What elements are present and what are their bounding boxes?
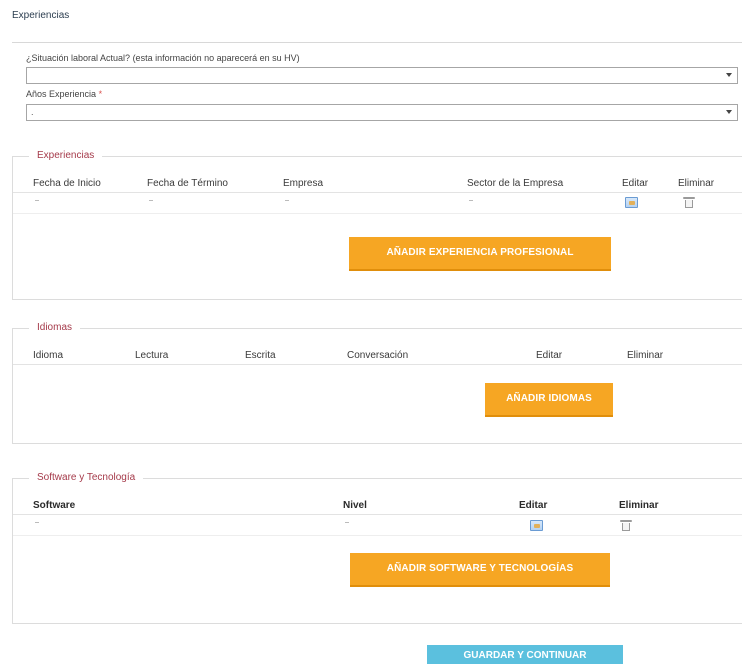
col-fecha-inicio: Fecha de Inicio: [33, 178, 101, 189]
col-fecha-termino: Fecha de Término: [147, 178, 228, 189]
col-lectura: Lectura: [135, 350, 169, 361]
col-editar: Editar: [622, 178, 649, 189]
chevron-down-icon: [726, 110, 732, 114]
experiencias-table-header: Fecha de Inicio Fecha de Término Empresa…: [13, 175, 742, 193]
empty-cell: [35, 522, 39, 523]
col-idioma: Idioma: [33, 350, 64, 361]
add-software-button[interactable]: AÑADIR SOFTWARE Y TECNOLOGÍAS: [350, 553, 610, 587]
software-legend: Software y Tecnología: [29, 472, 144, 483]
anios-select[interactable]: .: [26, 104, 738, 121]
empty-cell: [149, 200, 153, 201]
page: Experiencias ¿Situación laboral Actual? …: [0, 0, 744, 664]
chevron-down-icon: [726, 73, 732, 77]
situacion-select[interactable]: [26, 67, 738, 84]
guardar-continuar-button[interactable]: GUARDAR Y CONTINUAR: [427, 645, 623, 664]
empty-cell: [35, 200, 39, 201]
required-asterisk: *: [98, 89, 103, 99]
table-row: [13, 516, 742, 536]
anios-label-text: Años Experiencia: [26, 89, 97, 99]
anios-label: Años Experiencia *: [26, 89, 102, 99]
add-experiencia-button[interactable]: AÑADIR EXPERIENCIA PROFESIONAL: [349, 237, 611, 271]
idiomas-table-header: Idioma Lectura Escrita Conversación Edit…: [13, 347, 742, 365]
col-eliminar: Eliminar: [627, 350, 664, 361]
situacion-label: ¿Situación laboral Actual? (esta informa…: [26, 53, 300, 63]
experiencias-section: Experiencias Fecha de Inicio Fecha de Té…: [12, 150, 742, 300]
idiomas-section: Idiomas Idioma Lectura Escrita Conversac…: [12, 322, 742, 444]
empty-cell: [285, 200, 289, 201]
anios-select-value: .: [31, 107, 34, 117]
empty-cell: [345, 522, 349, 523]
col-software: Software: [33, 500, 76, 511]
col-editar: Editar: [519, 500, 548, 511]
table-row: [13, 194, 742, 214]
idiomas-legend: Idiomas: [29, 322, 81, 333]
page-title: Experiencias: [12, 10, 70, 21]
col-empresa: Empresa: [283, 178, 324, 189]
software-table-header: Software Nivel Editar Eliminar: [13, 497, 742, 515]
empty-cell: [469, 200, 473, 201]
edit-icon[interactable]: [530, 520, 543, 531]
col-conversacion: Conversación: [347, 350, 409, 361]
col-eliminar: Eliminar: [678, 178, 715, 189]
col-eliminar: Eliminar: [619, 500, 659, 511]
software-section: Software y Tecnología Software Nivel Edi…: [12, 472, 742, 624]
col-editar: Editar: [536, 350, 563, 361]
trash-icon[interactable]: [683, 197, 695, 208]
add-idiomas-button[interactable]: AÑADIR IDIOMAS: [485, 383, 613, 417]
form-block: ¿Situación laboral Actual? (esta informa…: [12, 42, 742, 121]
col-escrita: Escrita: [245, 350, 276, 361]
col-sector: Sector de la Empresa: [467, 178, 564, 189]
col-nivel: Nivel: [343, 500, 367, 511]
trash-icon[interactable]: [620, 520, 632, 531]
experiencias-legend: Experiencias: [29, 150, 103, 161]
edit-icon[interactable]: [625, 197, 638, 208]
